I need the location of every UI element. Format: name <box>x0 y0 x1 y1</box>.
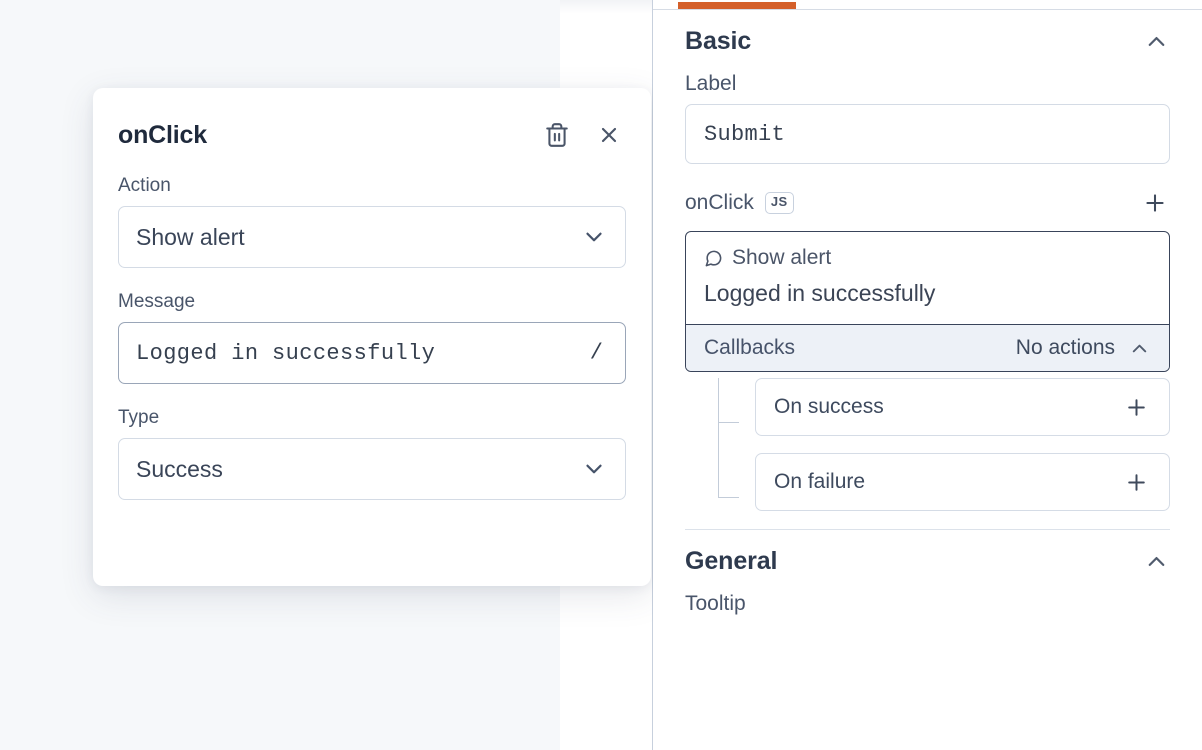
action-select[interactable]: Show alert <box>118 206 626 268</box>
callback-on-failure-label: On failure <box>774 470 865 494</box>
chevron-down-icon <box>581 456 607 482</box>
callbacks-toggle-row[interactable]: Callbacks No actions <box>686 324 1169 371</box>
onclick-event-name: onClick <box>685 191 754 215</box>
type-field: Type Success <box>118 407 626 500</box>
section-general-title: General <box>685 547 777 576</box>
section-basic-title: Basic <box>685 27 751 56</box>
chevron-up-icon[interactable] <box>1128 337 1151 360</box>
message-input[interactable]: Logged in successfully / <box>118 322 626 384</box>
section-basic-header[interactable]: Basic <box>685 10 1170 72</box>
label-input[interactable]: Submit <box>685 104 1170 164</box>
close-icon[interactable] <box>596 122 622 148</box>
callbacks-tree: On success On failure <box>718 378 1170 511</box>
app-root: onClick <box>0 0 1202 750</box>
tree-branch <box>718 422 739 423</box>
tooltip-property-label: Tooltip <box>685 592 1170 616</box>
section-general: General Tooltip <box>653 530 1202 616</box>
plus-icon[interactable] <box>1140 188 1170 218</box>
callbacks-label: Callbacks <box>704 336 795 360</box>
message-square-icon <box>704 249 723 268</box>
modal-header: onClick <box>118 118 626 152</box>
action-message: Logged in successfully <box>704 280 1151 307</box>
callbacks-status: No actions <box>1016 336 1115 360</box>
message-field-label: Message <box>118 291 626 313</box>
action-type-row: Show alert <box>704 246 1151 270</box>
type-select[interactable]: Success <box>118 438 626 500</box>
plus-icon[interactable] <box>1122 468 1151 497</box>
action-field-label: Action <box>118 175 626 197</box>
chevron-down-icon <box>581 224 607 250</box>
action-card[interactable]: Show alert Logged in successfully Callba… <box>685 231 1170 372</box>
trash-icon[interactable] <box>544 122 570 148</box>
onclick-event-left: onClick JS <box>685 191 794 215</box>
action-select-value: Show alert <box>136 224 245 251</box>
callback-on-success-label: On success <box>774 395 884 419</box>
plus-icon[interactable] <box>1122 393 1151 422</box>
callback-on-success[interactable]: On success <box>755 378 1170 436</box>
chevron-up-icon[interactable] <box>1143 548 1170 575</box>
label-input-value: Submit <box>704 122 785 147</box>
message-field: Message Logged in successfully / <box>118 291 626 384</box>
type-select-value: Success <box>136 456 223 483</box>
onclick-event-row: onClick JS <box>685 186 1170 220</box>
message-input-value: Logged in successfully <box>136 341 435 366</box>
message-input-suffix: / <box>590 341 603 366</box>
onclick-action-modal: onClick <box>93 88 651 586</box>
action-type-label: Show alert <box>732 246 831 270</box>
callbacks-right: No actions <box>1016 336 1151 360</box>
js-badge[interactable]: JS <box>765 192 794 213</box>
chevron-up-icon[interactable] <box>1143 28 1170 55</box>
properties-panel: Basic Label Submit onClick JS <box>653 0 1202 750</box>
tab-active-indicator[interactable] <box>678 2 796 9</box>
tree-spine <box>718 378 719 497</box>
properties-tabs <box>653 0 1202 10</box>
section-basic: Basic Label Submit onClick JS <box>653 10 1202 530</box>
modal-header-actions <box>544 122 626 148</box>
type-field-label: Type <box>118 407 626 429</box>
modal-title: onClick <box>118 121 207 150</box>
label-property: Label Submit <box>685 72 1170 164</box>
action-card-body: Show alert Logged in successfully <box>686 232 1169 324</box>
action-field: Action Show alert <box>118 175 626 268</box>
section-general-header[interactable]: General <box>685 530 1170 592</box>
label-property-label: Label <box>685 72 1170 96</box>
tree-branch <box>718 497 739 498</box>
callback-on-failure[interactable]: On failure <box>755 453 1170 511</box>
